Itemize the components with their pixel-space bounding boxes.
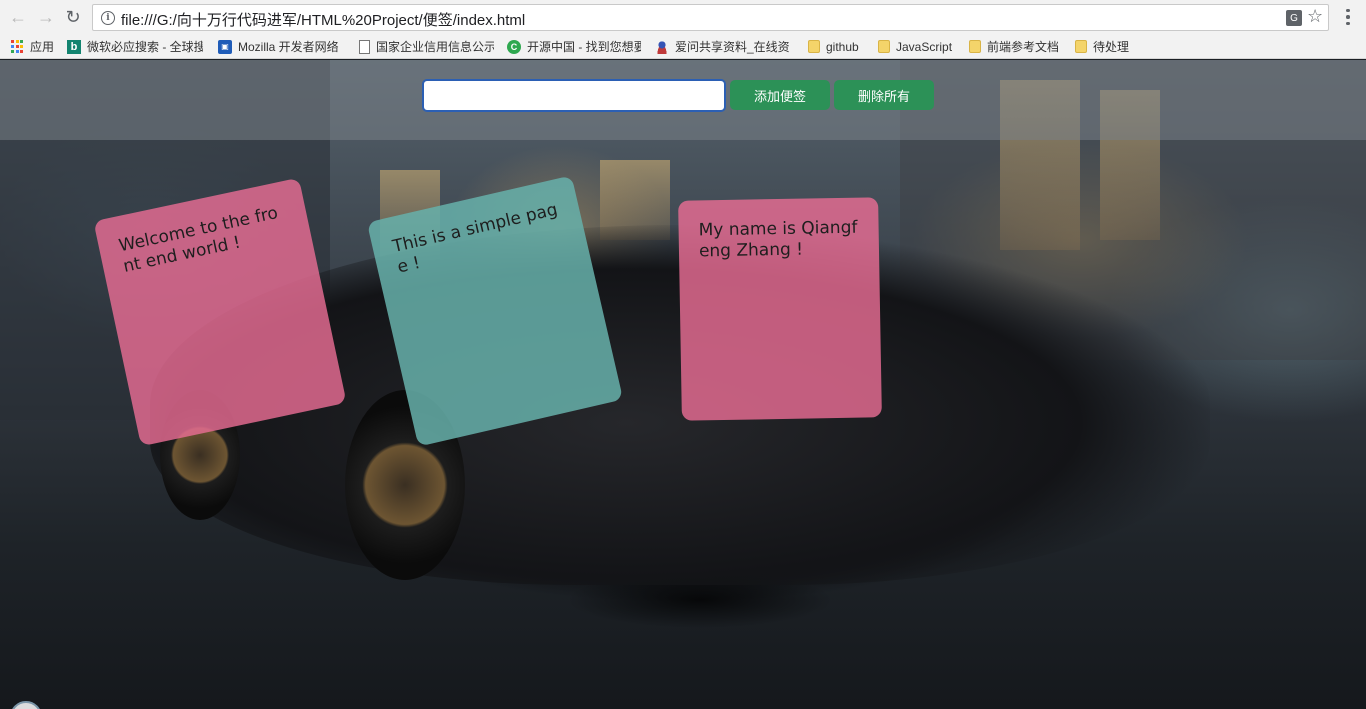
browser-toolbar: ← → ↻ i file:///G:/向十万行代码进军/HTML%20Proje… [0, 0, 1366, 34]
bookmark-bing[interactable]: b 微软必应搜索 - 全球搜 [67, 38, 203, 55]
bookmark-label: JavaScript [896, 39, 953, 54]
oschina-icon: C [507, 39, 521, 54]
bookmark-folder-javascript[interactable]: JavaScript [878, 38, 952, 55]
bookmark-ishare[interactable]: 爱问共享资料_在线资 [655, 38, 790, 55]
note-input[interactable] [422, 79, 726, 112]
bookmark-star-icon[interactable]: ☆ [1307, 6, 1323, 27]
page-icon [359, 39, 370, 54]
translate-icon[interactable]: G [1286, 10, 1302, 26]
bookmark-label: 前端参考文档 [987, 40, 1060, 54]
apps-icon [10, 39, 24, 54]
forward-icon[interactable]: → [36, 7, 56, 27]
info-icon[interactable]: i [101, 11, 115, 25]
bookmark-label: 爱问共享资料_在线资 [675, 40, 790, 54]
mdn-icon: ▣ [218, 39, 232, 54]
back-icon[interactable]: ← [8, 7, 28, 27]
delete-all-button[interactable]: 删除所有 [834, 80, 934, 110]
bookmark-label: 待处理 [1093, 40, 1130, 54]
bookmark-label: 开源中国 - 找到您想要 [527, 40, 641, 54]
bookmark-folder-github[interactable]: github [808, 38, 859, 55]
bookmark-mdn[interactable]: ▣ Mozilla 开发者网络 [218, 38, 339, 55]
page-viewport: 添加便签 删除所有 Welcome to the front end world… [0, 60, 1366, 709]
folder-icon [969, 40, 981, 53]
sticky-note-text: This is a simple page ! [390, 199, 560, 278]
sticky-note-text: My name is Qiangfeng Zhang ! [698, 217, 858, 262]
folder-icon [878, 40, 890, 53]
bing-icon: b [67, 39, 81, 54]
bookmark-label: 国家企业信用信息公示 [376, 40, 494, 54]
bookmark-folder-frontend-docs[interactable]: 前端参考文档 [969, 38, 1059, 55]
bookmarks-bar: 应用 b 微软必应搜索 - 全球搜 ▣ Mozilla 开发者网络 国家企业信用… [0, 34, 1366, 59]
bookmark-apps[interactable]: 应用 [10, 38, 54, 55]
bookmark-folder-todo[interactable]: 待处理 [1075, 38, 1129, 55]
person-icon [655, 39, 669, 54]
browser-menu-icon[interactable] [1340, 7, 1356, 27]
bookmark-label: Mozilla 开发者网络 [238, 40, 339, 54]
bookmark-label: github [826, 39, 859, 54]
add-note-button[interactable]: 添加便签 [730, 80, 830, 110]
sticky-note-text: Welcome to the front end world ! [117, 203, 280, 277]
folder-icon [808, 40, 820, 53]
address-bar[interactable]: i file:///G:/向十万行代码进军/HTML%20Project/便签/… [92, 4, 1329, 31]
floating-widget-icon[interactable] [10, 701, 42, 709]
sticky-note[interactable]: My name is Qiangfeng Zhang ! [678, 197, 882, 421]
reload-icon[interactable]: ↻ [63, 7, 83, 27]
bookmark-oschina[interactable]: C 开源中国 - 找到您想要 [507, 38, 641, 55]
folder-icon [1075, 40, 1087, 53]
bookmark-label: 应用 [30, 40, 55, 54]
url-text[interactable]: file:///G:/向十万行代码进军/HTML%20Project/便签/in… [121, 9, 525, 30]
bookmark-label: 微软必应搜索 - 全球搜 [87, 40, 203, 54]
bookmark-gsxt[interactable]: 国家企业信用信息公示 [359, 38, 494, 55]
